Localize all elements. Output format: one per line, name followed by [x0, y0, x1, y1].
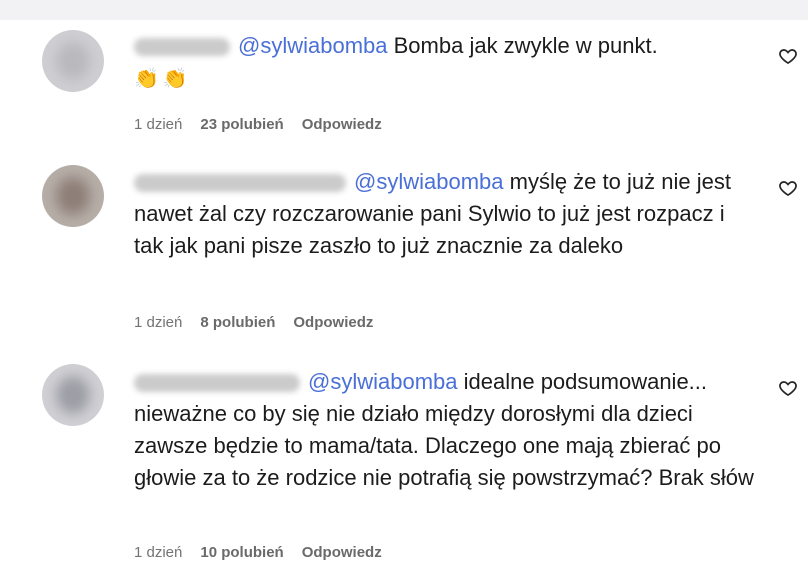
comment-time[interactable]: 1 dzień — [134, 544, 182, 561]
comment-body: user @sylwiabomba Bomba jak zwykle w punk… — [134, 30, 754, 95]
heart-outline-icon[interactable] — [778, 46, 798, 66]
comment-meta: 1 dzień 10 polubień Odpowiedz — [134, 544, 382, 561]
mention-link[interactable]: @sylwiabomba — [238, 33, 388, 58]
comment-meta: 1 dzień 23 polubień Odpowiedz — [134, 116, 382, 133]
heart-outline-icon[interactable] — [778, 378, 798, 398]
username-link[interactable]: user — [134, 174, 346, 193]
avatar[interactable] — [42, 165, 104, 227]
username-link[interactable]: user — [134, 374, 300, 393]
comment-time[interactable]: 1 dzień — [134, 116, 182, 133]
comment-body: user@sylwiabomba idealne podsumowanie...… — [134, 366, 754, 494]
comment-meta: 1 dzień 8 polubień Odpowiedz — [134, 314, 373, 331]
reply-button[interactable]: Odpowiedz — [302, 544, 382, 561]
clap-emoji: 👏👏 — [134, 68, 192, 90]
likes-count[interactable]: 23 polubień — [200, 116, 283, 133]
reply-button[interactable]: Odpowiedz — [293, 314, 373, 331]
likes-count[interactable]: 10 polubień — [200, 544, 283, 561]
comment-text: Bomba jak zwykle w punkt. — [393, 33, 658, 58]
likes-count[interactable]: 8 polubień — [200, 314, 275, 331]
mention-link[interactable]: @sylwiabomba — [308, 369, 458, 394]
reply-button[interactable]: Odpowiedz — [302, 116, 382, 133]
comment-time[interactable]: 1 dzień — [134, 314, 182, 331]
username-link[interactable]: user — [134, 38, 230, 57]
comment-body: user@sylwiabomba myślę że to już nie jes… — [134, 166, 754, 262]
top-bar — [0, 0, 808, 20]
avatar[interactable] — [42, 30, 104, 92]
avatar[interactable] — [42, 364, 104, 426]
heart-outline-icon[interactable] — [778, 178, 798, 198]
mention-link[interactable]: @sylwiabomba — [354, 169, 504, 194]
